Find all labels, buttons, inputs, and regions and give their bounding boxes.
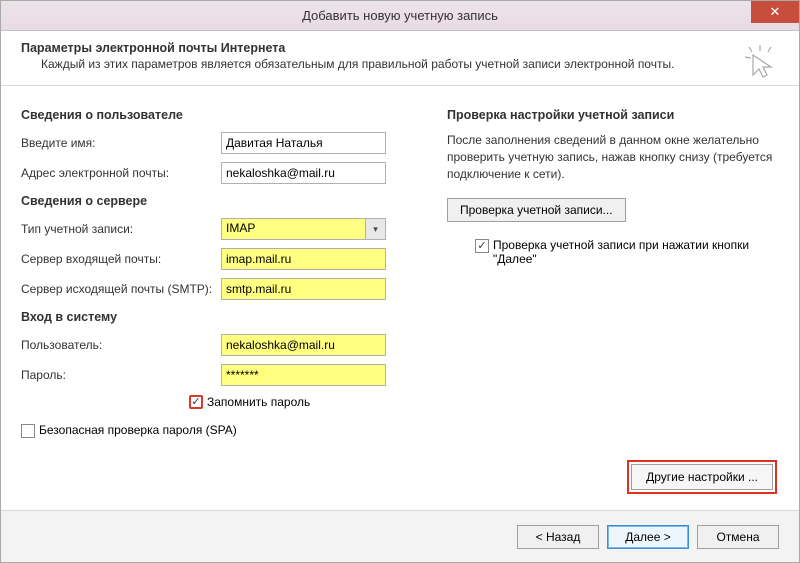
spa-label: Безопасная проверка пароля (SPA) (39, 423, 237, 437)
test-settings-section: Проверка настройки учетной записи (447, 108, 779, 122)
incoming-server-label: Сервер входящей почты: (21, 252, 221, 266)
remember-password-checkbox[interactable] (189, 395, 203, 409)
email-input[interactable] (221, 162, 386, 184)
header-title: Параметры электронной почты Интернета (21, 41, 779, 55)
auto-test-checkbox[interactable] (475, 239, 489, 253)
password-input[interactable] (221, 364, 386, 386)
name-label: Введите имя: (21, 136, 221, 150)
next-button[interactable]: Далее > (607, 525, 689, 549)
server-info-section: Сведения о сервере (21, 194, 411, 208)
cursor-icon (743, 45, 777, 79)
close-icon: ✕ (770, 4, 781, 20)
outgoing-server-input[interactable] (221, 278, 386, 300)
account-type-select[interactable]: IMAP ▾ (221, 218, 386, 240)
header-subtitle: Каждый из этих параметров является обяза… (21, 55, 779, 71)
footer-bar: < Назад Далее > Отмена (1, 510, 799, 562)
account-type-label: Тип учетной записи: (21, 222, 221, 236)
chevron-down-icon: ▾ (366, 218, 386, 240)
test-settings-description: После заполнения сведений в данном окне … (447, 132, 779, 182)
login-section: Вход в систему (21, 310, 411, 324)
email-label: Адрес электронной почты: (21, 166, 221, 180)
left-column: Сведения о пользователе Введите имя: Адр… (21, 108, 411, 500)
dialog-window: Добавить новую учетную запись ✕ Параметр… (0, 0, 800, 563)
user-info-section: Сведения о пользователе (21, 108, 411, 122)
content-area: Сведения о пользователе Введите имя: Адр… (1, 86, 799, 510)
username-input[interactable] (221, 334, 386, 356)
window-title: Добавить новую учетную запись (302, 8, 498, 23)
username-label: Пользователь: (21, 338, 221, 352)
close-button[interactable]: ✕ (751, 1, 799, 23)
auto-test-label: Проверка учетной записи при нажатии кноп… (493, 238, 753, 266)
more-settings-button[interactable]: Другие настройки ... (631, 464, 773, 490)
cancel-button[interactable]: Отмена (697, 525, 779, 549)
title-bar: Добавить новую учетную запись ✕ (1, 1, 799, 31)
account-type-value: IMAP (221, 218, 366, 240)
remember-password-label: Запомнить пароль (207, 395, 310, 409)
password-label: Пароль: (21, 368, 221, 382)
right-column: Проверка настройки учетной записи После … (447, 108, 779, 500)
outgoing-server-label: Сервер исходящей почты (SMTP): (21, 282, 221, 296)
incoming-server-input[interactable] (221, 248, 386, 270)
header-panel: Параметры электронной почты Интернета Ка… (1, 31, 799, 86)
spa-checkbox[interactable] (21, 424, 35, 438)
test-account-button[interactable]: Проверка учетной записи... (447, 198, 626, 222)
back-button[interactable]: < Назад (517, 525, 599, 549)
name-input[interactable] (221, 132, 386, 154)
